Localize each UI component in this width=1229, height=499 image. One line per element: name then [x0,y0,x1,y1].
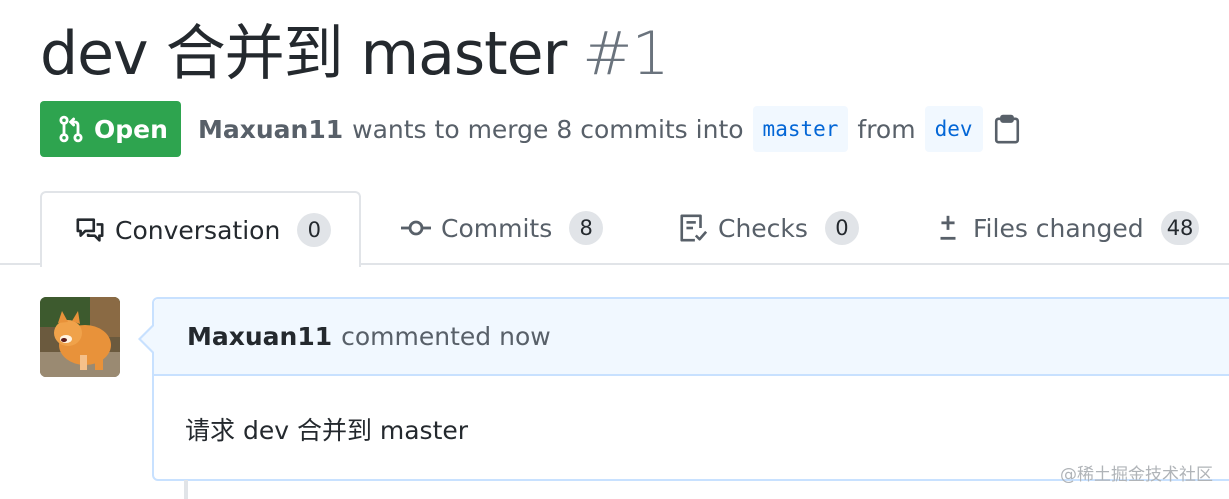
pr-author-link[interactable]: Maxuan11 [198,115,343,144]
tab-conversation-count: 0 [297,213,332,247]
git-pull-request-icon [59,115,83,143]
pr-meta: Maxuan11 wants to merge 8 commits into m… [198,103,1020,155]
watermark: @稀土掘金技术社区 [1060,465,1213,485]
tab-files-changed-label: Files changed [973,213,1144,243]
comment-body: 请求 dev 合并到 master [185,416,469,445]
tab-checks-label: Checks [718,213,808,243]
comment-arrow-inner [141,325,155,353]
comment-header: Maxuan11 commented now [154,299,1229,376]
checklist-icon [680,214,708,242]
tab-commits-count: 8 [569,211,604,245]
diff-icon [940,215,956,240]
base-branch[interactable]: master [752,106,849,152]
pr-merge-text: wants to merge 8 commits into [352,114,744,144]
pr-state-label: Open [94,114,168,144]
comment-action: commented now [341,322,551,351]
head-branch[interactable]: dev [924,106,983,152]
tab-checks[interactable]: Checks 0 [677,191,859,265]
tab-files-changed-count: 48 [1160,211,1200,245]
timeline-line [184,480,188,499]
avatar-cat-image [40,297,120,377]
avatar[interactable] [40,297,120,377]
pr-number: #1 [582,19,669,89]
comment-author[interactable]: Maxuan11 [187,322,332,351]
tab-checks-count: 0 [824,211,859,245]
pr-title: dev 合并到 master #1 [40,14,670,94]
tab-conversation-label: Conversation [115,215,281,245]
pr-from-text: from [857,114,916,144]
git-commit-icon [401,220,431,236]
pr-title-text: dev 合并到 master [40,19,567,89]
tab-conversation[interactable]: Conversation 0 [40,191,361,267]
tab-commits[interactable]: Commits 8 [400,191,604,265]
tab-files-changed[interactable]: Files changed 48 [932,191,1200,265]
clipboard-icon[interactable] [994,114,1020,144]
comment-box: Maxuan11 commented now 请求 dev 合并到 master [152,297,1229,481]
pr-tabs: Conversation 0 Commits 8 Checks 0 Files … [0,191,1229,267]
comment-discussion-icon [76,218,104,242]
pr-state-badge: Open [40,101,181,157]
tab-commits-label: Commits [441,213,553,243]
